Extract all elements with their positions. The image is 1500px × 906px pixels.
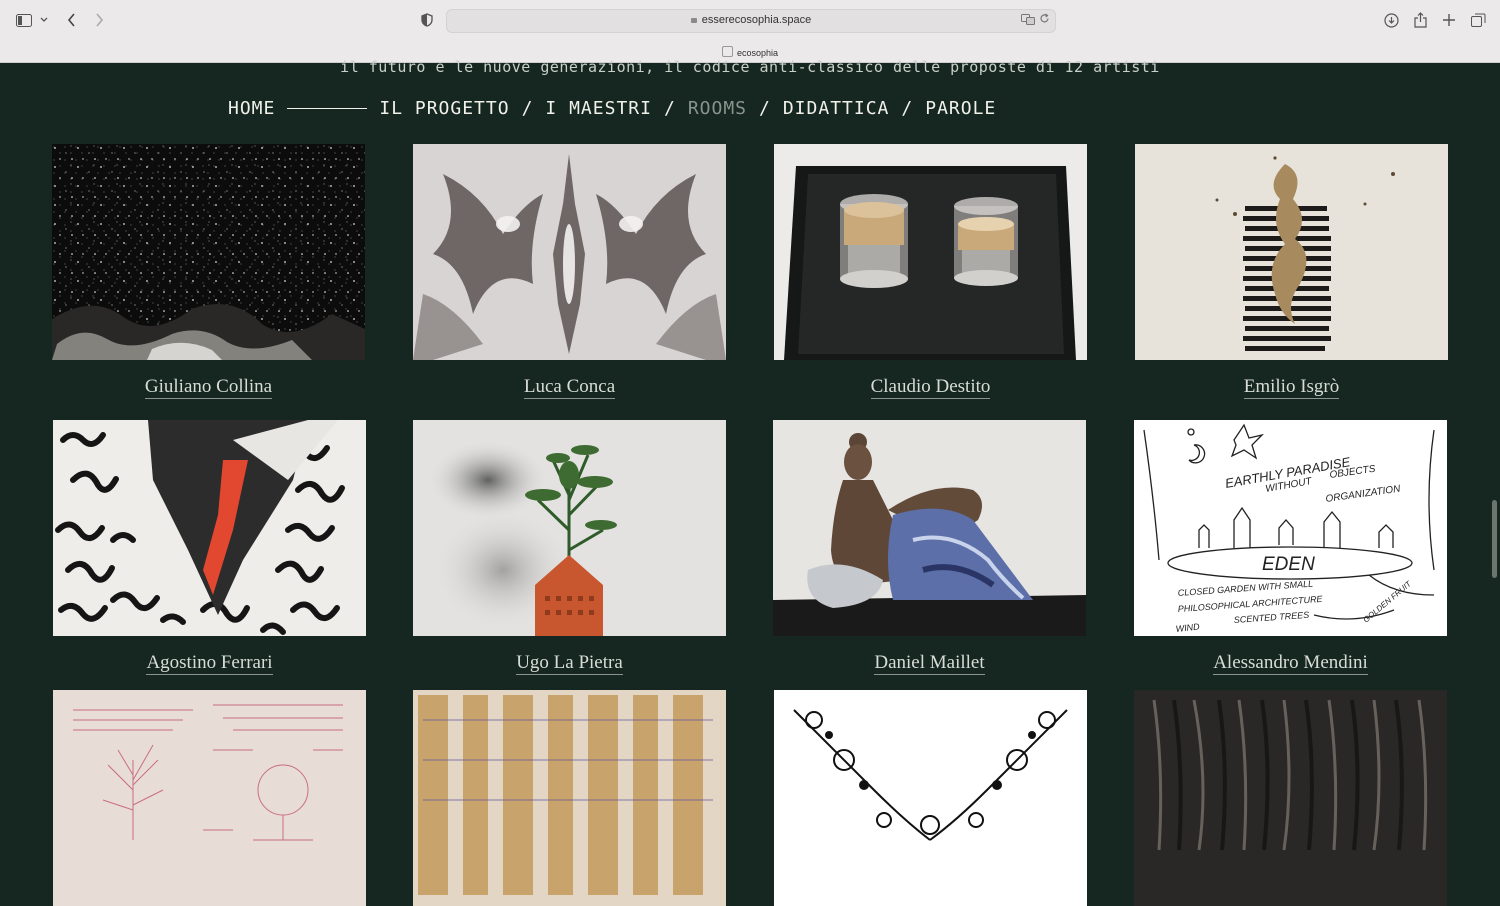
- artwork-text: EDEN: [1262, 554, 1315, 575]
- browser-toolbar: esserecosophia.space ecosophia: [0, 0, 1500, 63]
- artist-name-link[interactable]: Alessandro Mendini: [1213, 652, 1368, 675]
- share-icon[interactable]: [1411, 9, 1429, 31]
- artist-name-link[interactable]: Luca Conca: [523, 376, 616, 399]
- artist-name-link[interactable]: Daniel Maillet: [874, 652, 985, 675]
- artist-name-link[interactable]: Giuliano Collina: [144, 376, 273, 399]
- lock-icon: [690, 18, 697, 23]
- nav-separator: /: [521, 97, 534, 119]
- artist-name-link[interactable]: Ugo La Pietra: [516, 652, 623, 675]
- nav-separator: /: [663, 97, 676, 119]
- download-icon[interactable]: [1382, 9, 1400, 31]
- back-icon[interactable]: [62, 9, 80, 31]
- reload-icon[interactable]: [1039, 13, 1050, 27]
- nav-divider-line: [287, 107, 368, 109]
- nav-rooms[interactable]: ROOMS: [688, 98, 747, 119]
- nav-il-progetto[interactable]: IL PROGETTO: [379, 98, 509, 119]
- address-bar[interactable]: esserecosophia.space: [446, 9, 1056, 33]
- tab-title: ecosophia: [736, 48, 779, 58]
- page-subtitle: il futuro e le nuove generazioni, il cod…: [340, 58, 1160, 76]
- favicon-icon: [721, 46, 733, 57]
- artwork-image-la-pietra[interactable]: [413, 420, 726, 636]
- translate-icon[interactable]: [1021, 14, 1035, 28]
- shield-icon[interactable]: [419, 9, 435, 31]
- artwork-image-ferrari[interactable]: [53, 420, 366, 636]
- main-nav: HOME IL PROGETTO / I MAESTRI / ROOMS / D…: [228, 96, 996, 120]
- artwork-image-row3-3[interactable]: [774, 690, 1087, 906]
- artwork-image-row3-4[interactable]: [1134, 690, 1447, 906]
- chevron-down-icon[interactable]: [38, 9, 50, 31]
- nav-separator: /: [759, 97, 771, 119]
- artist-name-link[interactable]: Emilio Isgrò: [1243, 376, 1340, 399]
- artwork-image-destito[interactable]: [774, 144, 1087, 360]
- nav-home[interactable]: HOME: [228, 98, 275, 119]
- nav-i-maestri[interactable]: I MAESTRI: [545, 98, 652, 119]
- artist-name-link[interactable]: Claudio Destito: [870, 376, 991, 399]
- artist-name-link[interactable]: Agostino Ferrari: [146, 652, 273, 675]
- tabs-overview-icon[interactable]: [1469, 9, 1487, 31]
- new-tab-icon[interactable]: [1440, 9, 1458, 31]
- forward-icon[interactable]: [90, 9, 108, 31]
- artwork-image-collina[interactable]: [52, 144, 365, 360]
- nav-didattica[interactable]: DIDATTICA: [783, 98, 890, 119]
- nav-separator: /: [901, 97, 914, 119]
- artwork-image-row3-1[interactable]: [53, 690, 366, 906]
- nav-parole[interactable]: PAROLE: [925, 98, 996, 119]
- browser-tab[interactable]: ecosophia: [0, 46, 1500, 58]
- sidebar-icon[interactable]: [14, 9, 34, 31]
- artwork-image-row3-2[interactable]: [413, 690, 726, 906]
- artwork-image-mendini[interactable]: EARTHLY PARADISE WITHOUT OBJECTS ORGANIZ…: [1134, 420, 1447, 636]
- page-scrollbar[interactable]: [1492, 500, 1497, 578]
- url-text: esserecosophia.space: [701, 14, 812, 26]
- artwork-image-conca[interactable]: [413, 144, 726, 360]
- artwork-image-isgro[interactable]: [1135, 144, 1448, 360]
- artwork-image-maillet[interactable]: [773, 420, 1086, 636]
